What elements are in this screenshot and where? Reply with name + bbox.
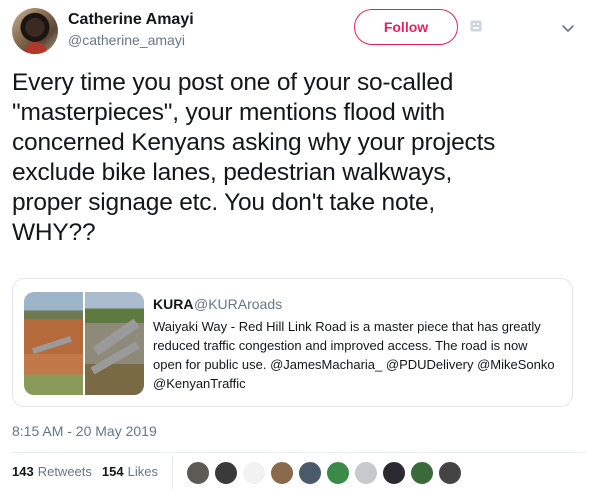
liker-avatar[interactable] <box>242 461 266 485</box>
author-handle[interactable]: @catherine_amayi <box>68 32 185 48</box>
liker-avatar[interactable] <box>326 461 350 485</box>
tweet-text: Every time you post one of your so-calle… <box>12 68 587 248</box>
liker-avatar[interactable] <box>410 461 434 485</box>
likes-stat[interactable]: 154 Likes <box>102 464 158 479</box>
road-photo-left <box>24 292 83 395</box>
likes-count: 154 <box>101 464 124 479</box>
tweet-text-line: concerned Kenyans asking why your projec… <box>12 129 496 156</box>
tweet-timestamp[interactable]: 8:15 AM - 20 May 2019 <box>12 423 157 439</box>
quoted-author-handle[interactable]: @KURAroads <box>194 296 282 312</box>
quoted-text-line: reduced traffic congestion and improved … <box>153 338 528 353</box>
quoted-text-line: open for public use. @JamesMacharia_ @PD… <box>153 357 555 372</box>
author-avatar[interactable] <box>12 8 58 54</box>
tweet-stats: 143 Retweets 154 Likes <box>12 464 168 479</box>
quoted-text-line: Waiyaki Way - Red Hill Link Road is a ma… <box>153 319 541 334</box>
quoted-author-name[interactable]: KURA <box>153 296 193 312</box>
tweet-text-line: WHY?? <box>12 219 96 246</box>
author-name[interactable]: Catherine Amayi <box>68 11 194 29</box>
retweets-label: Retweets <box>37 464 92 479</box>
tweet-header: Catherine Amayi @catherine_amayi Follow <box>12 8 585 54</box>
quoted-tweet-media[interactable] <box>24 292 144 395</box>
road-photo-right <box>85 292 144 395</box>
quoted-tweet-text: Waiyaki Way - Red Hill Link Road is a ma… <box>153 317 565 393</box>
tweet-text-line: proper signage etc. You don't take note, <box>12 189 436 216</box>
likers-avatars <box>186 461 466 485</box>
follow-button[interactable]: Follow <box>354 9 458 45</box>
translate-icon[interactable] <box>470 20 482 32</box>
liker-avatar[interactable] <box>186 461 210 485</box>
tweet-text-line: exclude bike lanes, pedestrian walkways, <box>12 159 453 186</box>
retweets-stat[interactable]: 143 Retweets <box>12 464 92 479</box>
quoted-text-line: @KenyanTraffic <box>153 376 246 391</box>
liker-avatar[interactable] <box>438 461 462 485</box>
retweets-count: 143 <box>12 464 34 479</box>
liker-avatar[interactable] <box>382 461 406 485</box>
liker-avatar[interactable] <box>214 461 238 485</box>
stats-separator <box>172 456 173 489</box>
quoted-tweet[interactable]: KURA @KURAroads Waiyaki Way - Red Hill L… <box>12 278 573 407</box>
chevron-down-icon[interactable] <box>560 20 576 36</box>
tweet-text-line: "masterpieces", your mentions flood with <box>12 99 445 126</box>
divider <box>12 452 585 453</box>
tweet-text-line: Every time you post one of your so-calle… <box>12 69 454 96</box>
liker-avatar[interactable] <box>298 461 322 485</box>
liker-avatar[interactable] <box>270 461 294 485</box>
likes-label: Likes <box>127 464 158 479</box>
liker-avatar[interactable] <box>354 461 378 485</box>
